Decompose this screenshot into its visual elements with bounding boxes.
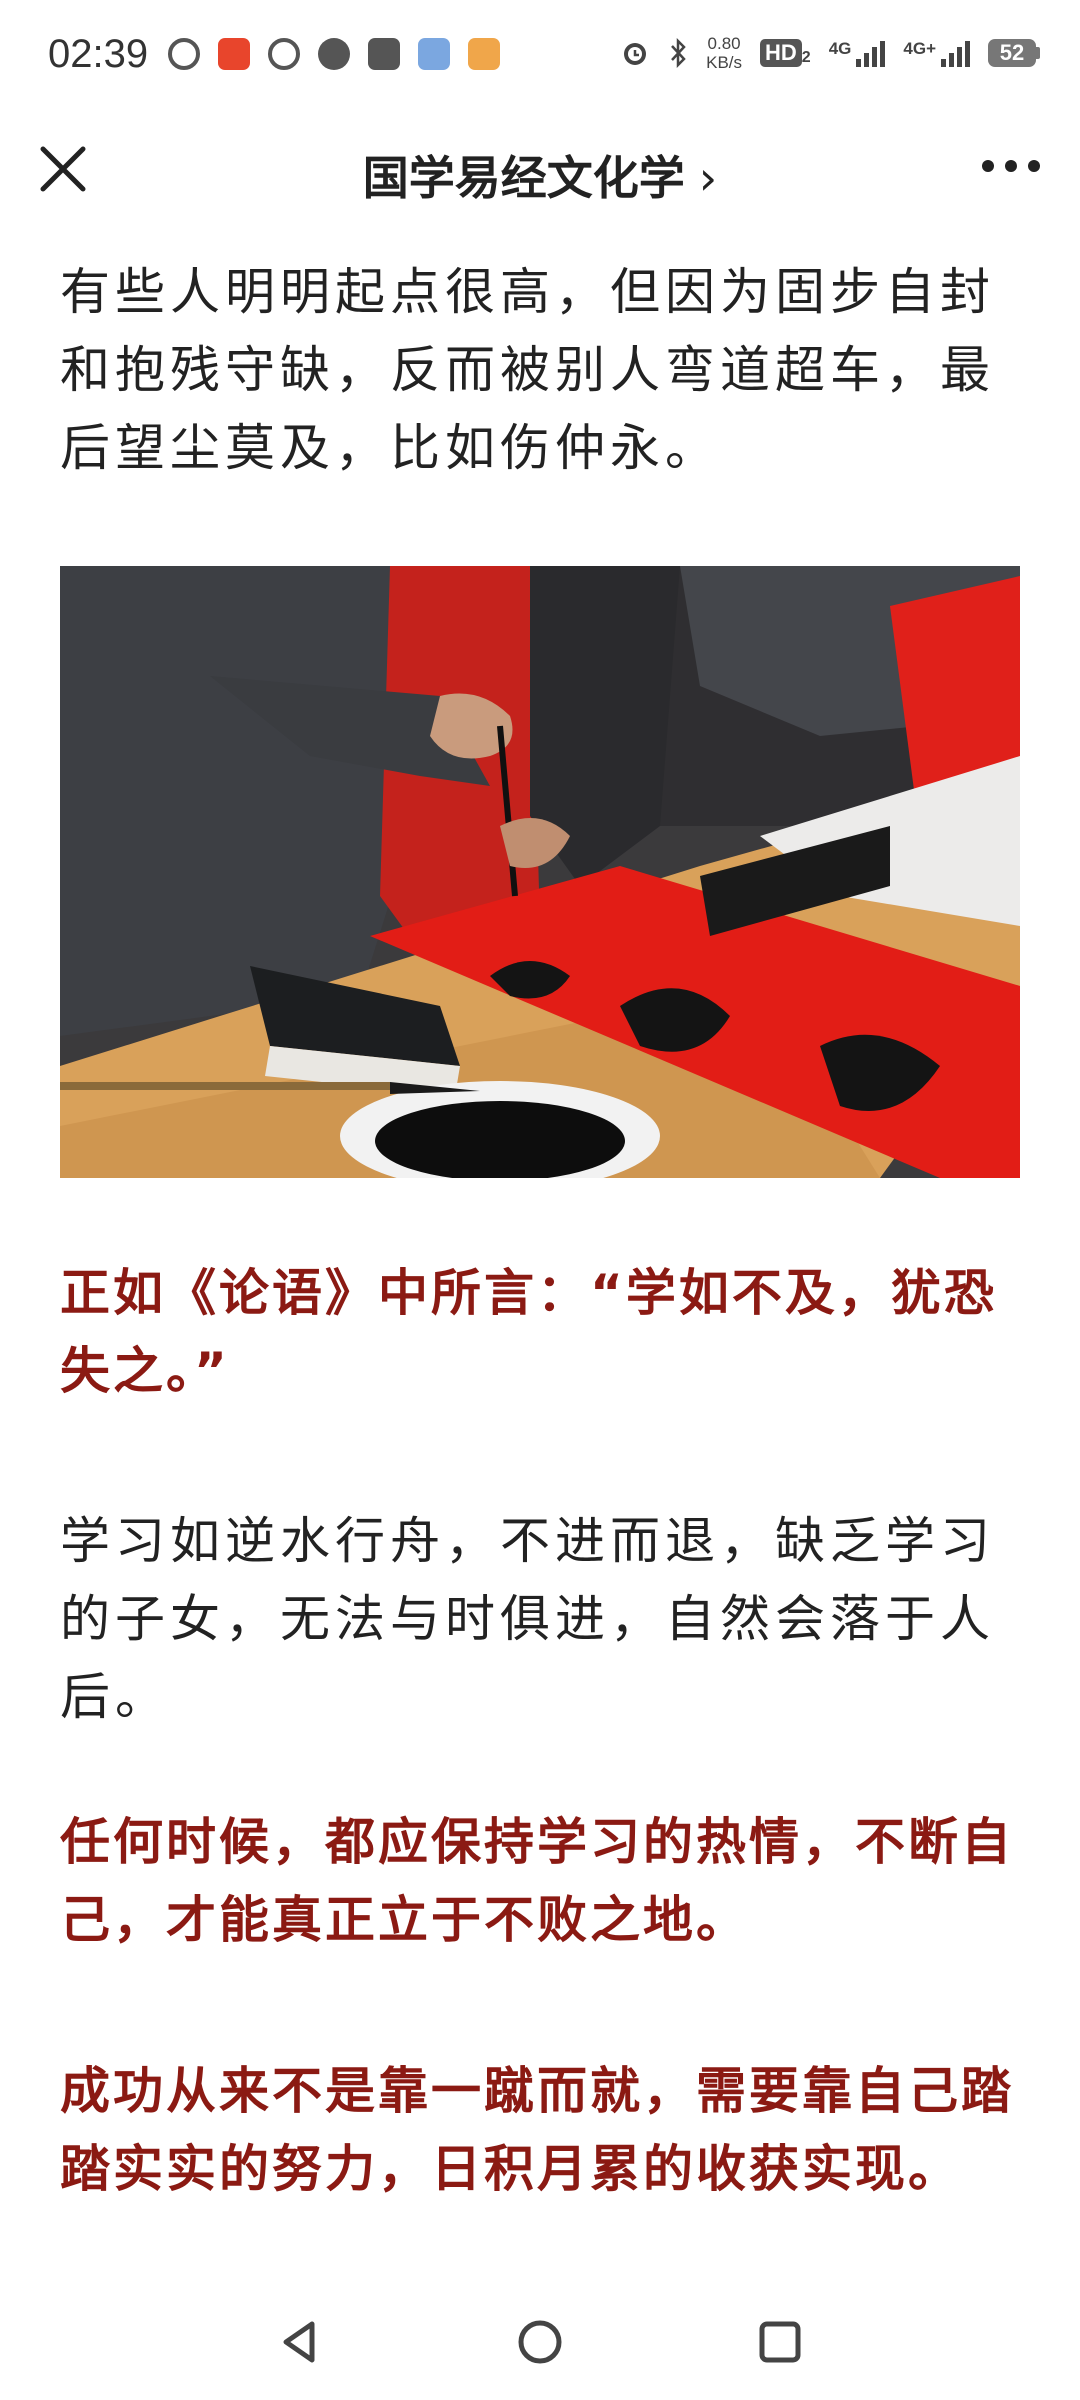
- paragraph-3: 学习如逆水行舟，不进而退，缺乏学习的子女，无法与时俱进，自然会落于人后。: [60, 1512, 995, 1726]
- browser-icon: [268, 38, 300, 70]
- status-time: 02:39: [48, 32, 149, 76]
- quote-paragraph: 正如《论语》中所言：“学如不及，犹恐失之。”: [60, 1264, 997, 1400]
- message-icon: [318, 38, 350, 70]
- net-speed: 0.80 KB/s: [706, 34, 743, 72]
- recents-button[interactable]: [750, 2312, 810, 2372]
- paragraph-5: 成功从来不是靠一蹴而就，需要靠自己踏踏实实的努力，日积月累的收获实现。: [60, 2062, 1014, 2198]
- paragraph-1: 有些人明明起点很高，但因为固步自封和抱残守缺，反而被别人弯道超车，最后望尘莫及，…: [60, 263, 995, 477]
- account-title: 国学易经文化学: [362, 151, 685, 205]
- status-bar: 02:39 0.80 KB/s HD 2 4G 4G+ 52: [0, 0, 1080, 110]
- chevron-right-icon: ›: [698, 151, 718, 205]
- recents-square-icon: [759, 2321, 801, 2363]
- hd-indicator: HD 2: [760, 39, 811, 67]
- telegram-icon: [368, 38, 400, 70]
- home-button[interactable]: [510, 2312, 570, 2372]
- system-navigation-bar: [0, 2290, 1080, 2400]
- battery-indicator: 52: [988, 39, 1040, 67]
- bluetooth-icon: [671, 38, 686, 68]
- calligraphy-photo: [60, 566, 1020, 1178]
- app-icon: [218, 38, 250, 70]
- cloud-app-icon: [418, 38, 450, 70]
- paragraph-4: 任何时候，都应保持学习的热情，不断自己，才能真正立于不败之地。: [60, 1813, 1014, 1949]
- more-options-button[interactable]: [982, 160, 1040, 172]
- account-title-link[interactable]: 国学易经文化学 ›: [0, 142, 1080, 208]
- back-triangle-icon: [283, 2321, 315, 2363]
- back-button[interactable]: [270, 2312, 330, 2372]
- game-app-icon: [468, 38, 500, 70]
- home-circle-icon: [518, 2320, 562, 2364]
- signal-strength-2: 4G+: [903, 39, 970, 67]
- sync-icon: [168, 38, 200, 70]
- article-header: 国学易经文化学 ›: [0, 110, 1080, 230]
- alarm-icon: [624, 43, 647, 65]
- more-dot-icon: [982, 160, 994, 172]
- notification-icons: [168, 38, 500, 70]
- system-status: 0.80 KB/s HD 2 4G 4G+ 52: [620, 34, 1040, 72]
- signal-strength-1: 4G: [829, 39, 886, 67]
